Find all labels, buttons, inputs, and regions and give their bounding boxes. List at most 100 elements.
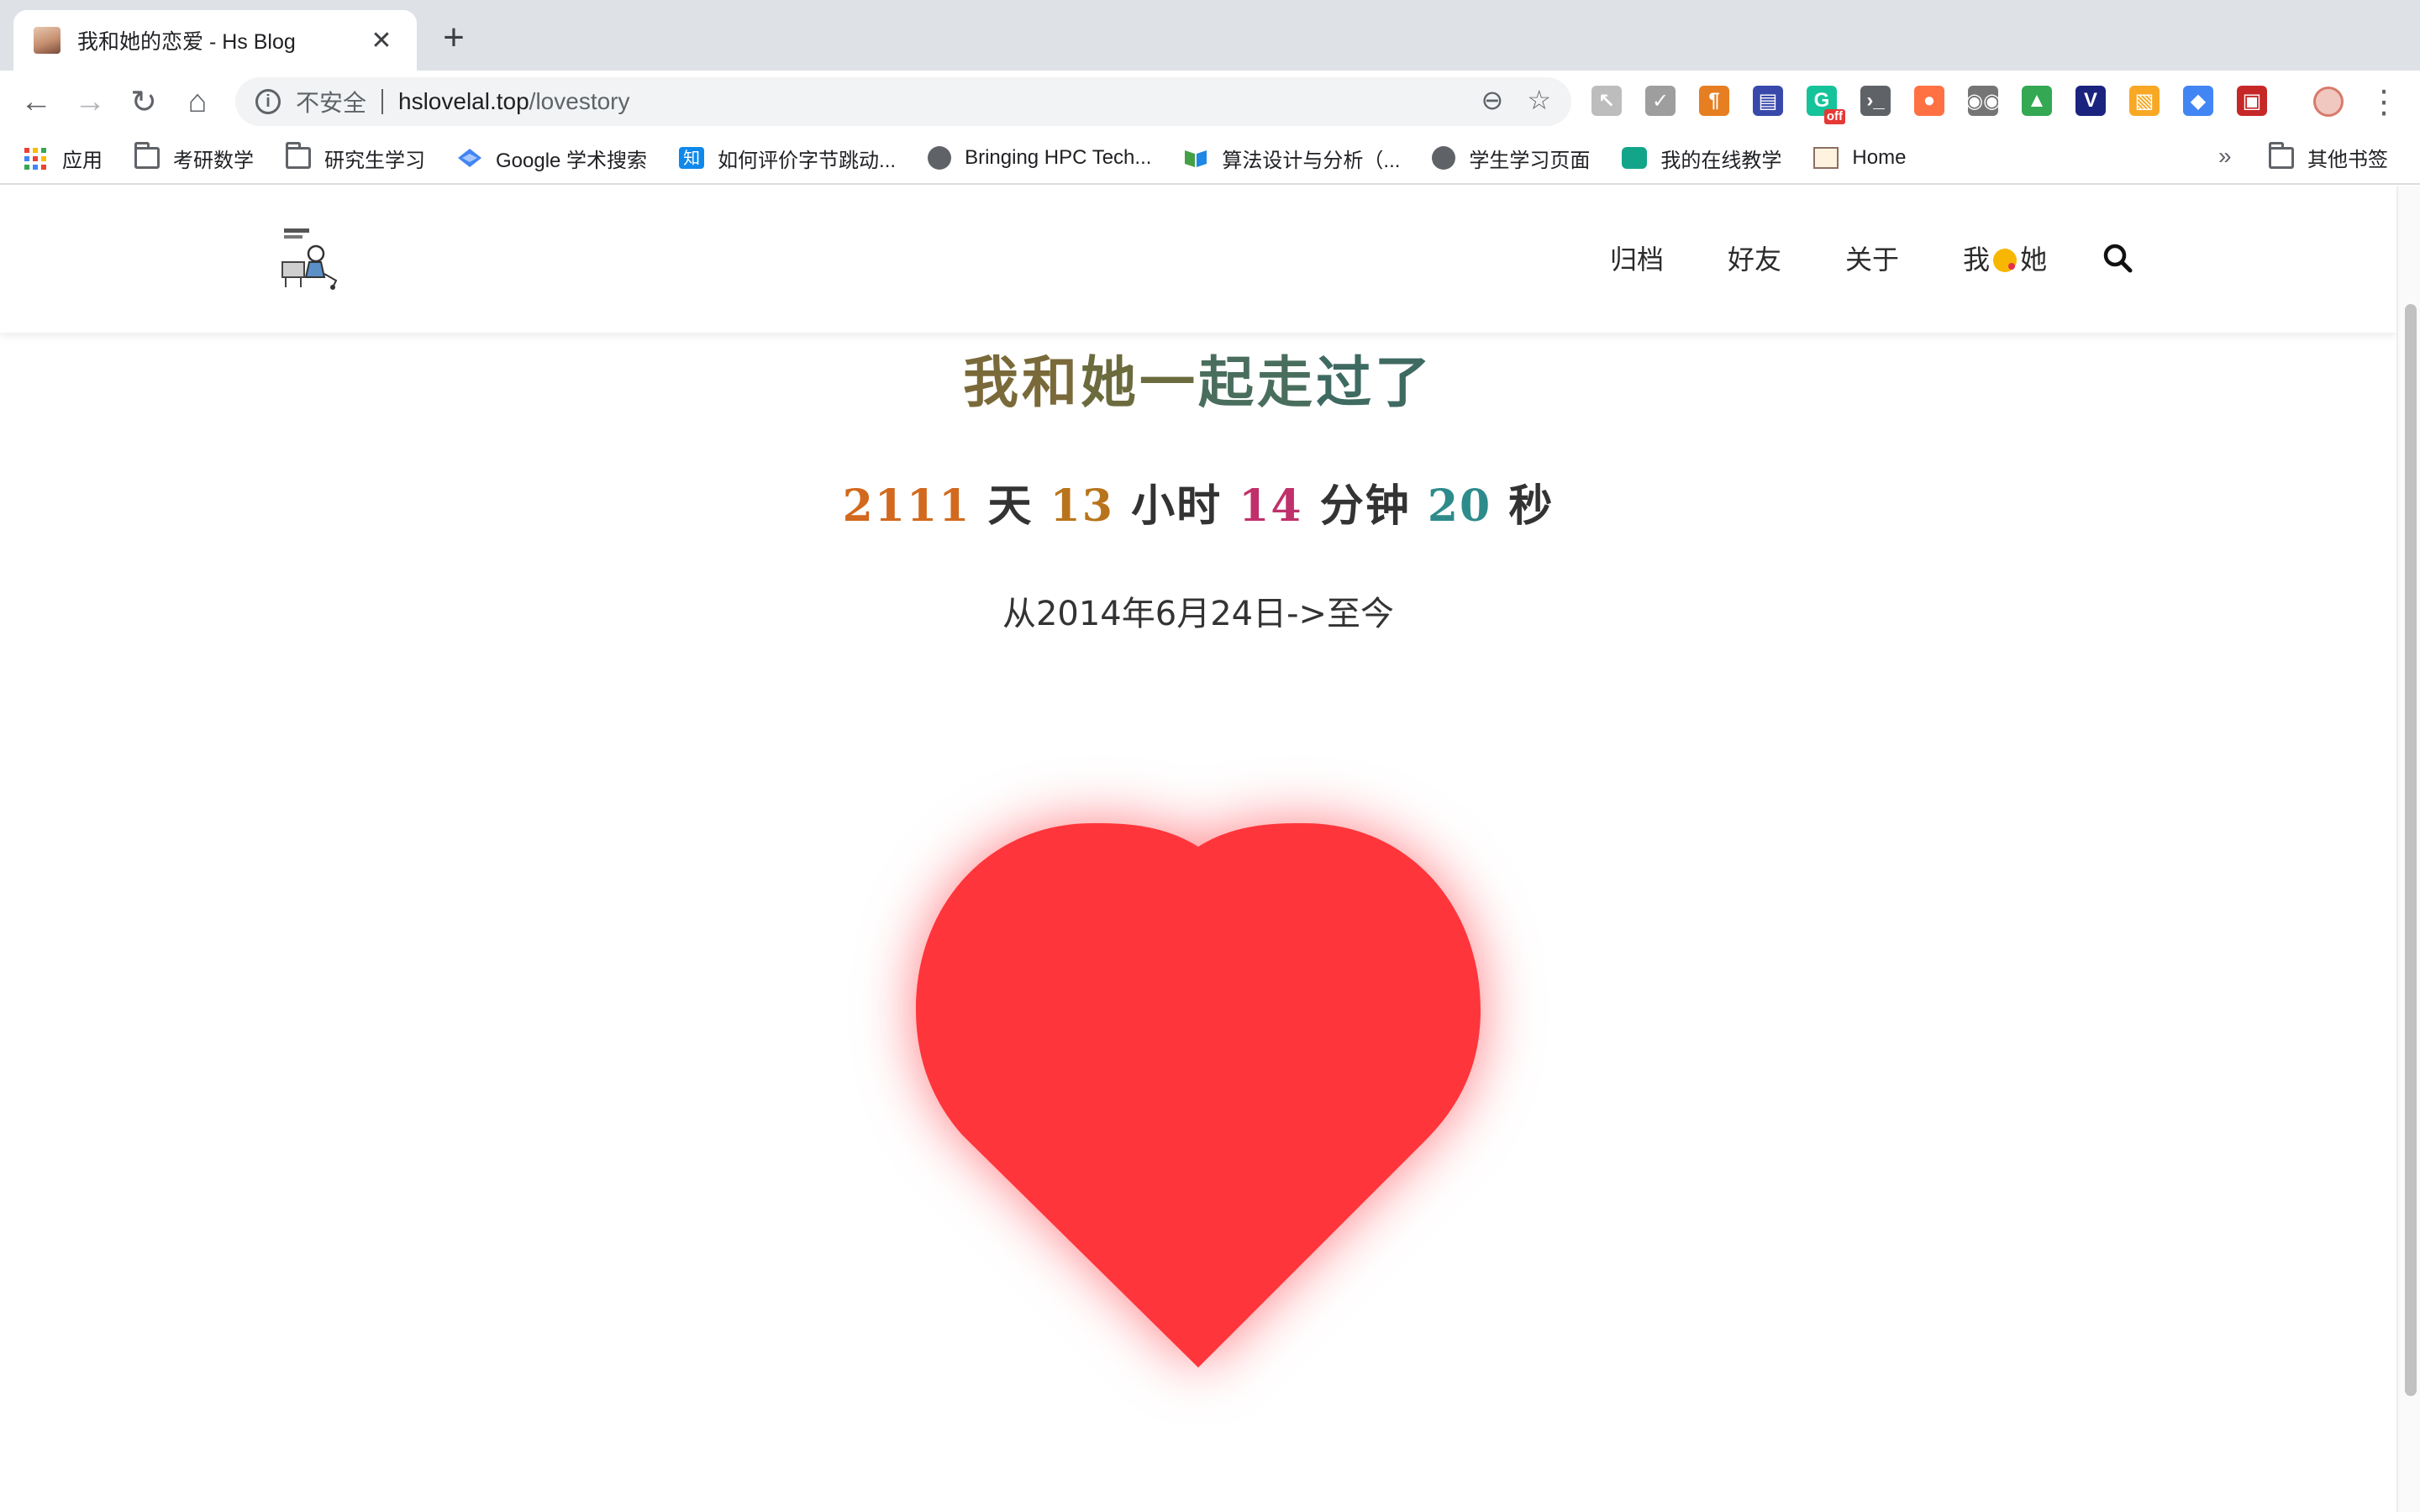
drive-ext-icon[interactable]: ▲ bbox=[2022, 86, 2052, 116]
title-char: 一 bbox=[1139, 349, 1198, 415]
nav-love-left: 我 bbox=[1963, 244, 1991, 276]
site-info-icon[interactable]: i bbox=[255, 89, 281, 114]
since-date: 从2014年6月24日->至今 bbox=[1002, 595, 1395, 633]
bookmark-folder-kaoyan[interactable]: 考研数学 bbox=[134, 142, 254, 173]
reload-button[interactable]: ↻ bbox=[123, 81, 165, 123]
folder-icon bbox=[2269, 141, 2294, 169]
bookmark-algorithm[interactable]: 算法设计与分析（... bbox=[1183, 144, 1400, 173]
address-bar[interactable]: i 不安全 hslovelal.top/lovestory ⊖ ☆ bbox=[235, 77, 1571, 126]
tab-strip: 我和她的恋爱 - Hs Blog ✕ + bbox=[0, 0, 2420, 71]
bookmark-label: 考研数学 bbox=[173, 149, 254, 172]
globe-icon bbox=[1432, 146, 1456, 170]
bookmark-label: 应用 bbox=[62, 149, 103, 172]
love-title: 我和她一起走过了 bbox=[0, 338, 2396, 418]
title-char: 起 bbox=[1198, 349, 1257, 415]
browser-menu-icon[interactable]: ⋮ bbox=[2363, 81, 2405, 123]
title-char: 我 bbox=[963, 349, 1022, 415]
security-label[interactable]: 不安全 bbox=[296, 85, 366, 118]
bookmark-label: Home bbox=[1852, 146, 1907, 169]
minutes-value: 14 bbox=[1239, 480, 1303, 532]
window-ext-icon[interactable]: ▤ bbox=[1753, 86, 1783, 116]
vue-ext-icon[interactable]: V bbox=[2075, 86, 2106, 116]
kiss-emoji-icon bbox=[1993, 249, 2018, 272]
grammarly-ext-icon[interactable]: Goff bbox=[1807, 86, 1845, 124]
love-counter: 2111 天 13 小时 14 分钟 20 秒 bbox=[0, 470, 2396, 533]
site-nav: 归档 好友 关于 我她 bbox=[1610, 239, 2134, 277]
bookmark-folder-graduate[interactable]: 研究生学习 bbox=[286, 142, 425, 173]
terminal-ext-icon[interactable]: ›_ bbox=[1860, 86, 1891, 116]
bookmark-label: 我的在线教学 bbox=[1660, 149, 1782, 172]
bookmark-apps[interactable]: 应用 bbox=[24, 144, 103, 173]
profile-avatar-icon[interactable] bbox=[2307, 81, 2349, 123]
title-char: 了 bbox=[1375, 349, 1434, 415]
bookmark-label: 如何评价字节跳动... bbox=[718, 149, 897, 172]
scholar-icon bbox=[457, 147, 482, 169]
heart-shape bbox=[916, 823, 1481, 1368]
new-tab-button[interactable]: + bbox=[434, 18, 474, 59]
zhihu-icon: 知 bbox=[679, 147, 705, 169]
pilcrow-ext-icon[interactable]: ¶ bbox=[1699, 86, 1729, 116]
bookmark-student-page[interactable]: 学生学习页面 bbox=[1432, 144, 1590, 173]
bookmark-label: 其他书签 bbox=[2307, 149, 2388, 171]
title-char: 她 bbox=[1081, 349, 1139, 415]
teaching-icon bbox=[1622, 147, 1648, 169]
bookmark-hpc[interactable]: Bringing HPC Tech... bbox=[928, 146, 1151, 170]
heart-graphic bbox=[916, 823, 1481, 1369]
title-char: 和 bbox=[1022, 349, 1081, 415]
toggle-ext-icon[interactable]: ● bbox=[1914, 86, 1944, 116]
home-button[interactable]: ⌂ bbox=[176, 81, 218, 123]
url-path[interactable]: /lovestory bbox=[529, 88, 630, 115]
folder-icon bbox=[286, 142, 311, 169]
title-char: 走 bbox=[1257, 349, 1316, 415]
page-scrollbar[interactable] bbox=[2396, 186, 2420, 1512]
bookmark-zhihu[interactable]: 知 如何评价字节跳动... bbox=[679, 144, 896, 173]
home-page-icon bbox=[1813, 147, 1839, 169]
grammarly-off-badge: off bbox=[1823, 109, 1845, 124]
site-favicon-icon bbox=[34, 27, 60, 54]
tampermonkey-ext-icon[interactable]: ◉◉ bbox=[1965, 86, 2001, 116]
scrollbar-thumb[interactable] bbox=[2405, 304, 2417, 1396]
title-char: 过 bbox=[1316, 349, 1375, 415]
nav-about[interactable]: 关于 bbox=[1845, 239, 1899, 277]
bookmark-label: Google 学术搜索 bbox=[496, 149, 648, 172]
image-ext-icon[interactable]: ▧ bbox=[2129, 86, 2160, 116]
bookmark-star-icon[interactable]: ☆ bbox=[1527, 84, 1551, 116]
cursor-ext-icon[interactable]: ↖ bbox=[1591, 86, 1622, 116]
forward-button[interactable]: → bbox=[69, 81, 111, 123]
back-button[interactable]: ← bbox=[15, 81, 57, 123]
browser-toolbar: ← → ↻ ⌂ i 不安全 hslovelal.top/lovestory ⊖ … bbox=[0, 71, 2420, 133]
close-tab-icon[interactable]: ✕ bbox=[366, 26, 397, 55]
shield-ext-icon[interactable]: ✓ bbox=[1645, 86, 1676, 116]
bookmark-home[interactable]: Home bbox=[1813, 146, 1906, 170]
search-icon[interactable] bbox=[2101, 241, 2134, 275]
nav-love-story[interactable]: 我她 bbox=[1963, 239, 2047, 277]
scholar-ext-icon[interactable]: ◆ bbox=[2183, 86, 2213, 116]
bookmark-online-teaching[interactable]: 我的在线教学 bbox=[1622, 144, 1781, 173]
tab-title: 我和她的恋爱 - Hs Blog bbox=[77, 30, 296, 54]
bookmarks-bar: 应用 考研数学 研究生学习 Google 学术搜索 知 如何评价字节跳动... … bbox=[0, 133, 2420, 185]
nav-archive[interactable]: 归档 bbox=[1610, 239, 1664, 277]
book-icon bbox=[1183, 147, 1208, 169]
nav-love-right: 她 bbox=[2020, 244, 2048, 276]
folder-icon bbox=[134, 142, 160, 169]
url-host[interactable]: hslovelal.top bbox=[398, 88, 529, 115]
bookmark-label: Bringing HPC Tech... bbox=[965, 146, 1152, 169]
days-value: 2111 bbox=[842, 480, 971, 532]
hours-value: 13 bbox=[1050, 480, 1114, 532]
minutes-unit: 分钟 bbox=[1319, 480, 1411, 532]
page-viewport: 归档 好友 关于 我她 我和她一起走过了 2111 天 13 小时 14 分钟 … bbox=[0, 186, 2420, 1512]
zoom-icon[interactable]: ⊖ bbox=[1481, 84, 1504, 116]
active-tab[interactable]: 我和她的恋爱 - Hs Blog ✕ bbox=[13, 10, 417, 71]
nav-friends[interactable]: 好友 bbox=[1728, 239, 1781, 277]
bookmark-label: 算法设计与分析（... bbox=[1222, 149, 1401, 172]
other-bookmarks-folder[interactable]: 其他书签 bbox=[2269, 141, 2388, 172]
screen-ext-icon[interactable]: ▣ bbox=[2237, 86, 2267, 116]
bookmark-label: 学生学习页面 bbox=[1469, 149, 1591, 172]
seconds-unit: 秒 bbox=[1508, 480, 1555, 532]
more-bookmarks-button[interactable]: » bbox=[2218, 143, 2232, 170]
days-unit: 天 bbox=[987, 480, 1034, 532]
globe-icon bbox=[928, 146, 952, 170]
site-header: 归档 好友 关于 我她 bbox=[0, 186, 2396, 333]
bookmark-google-scholar[interactable]: Google 学术搜索 bbox=[457, 144, 647, 173]
site-logo[interactable] bbox=[279, 225, 343, 291]
